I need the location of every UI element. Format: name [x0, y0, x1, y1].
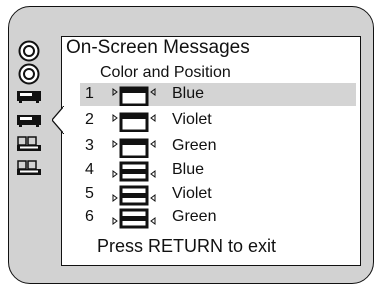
option-number: 3 — [85, 137, 94, 154]
option-row[interactable]: 2 Violet — [80, 109, 356, 132]
option-row[interactable]: 3 Green — [80, 135, 356, 158]
option-number: 2 — [85, 111, 94, 128]
option-label: Blue — [172, 85, 205, 102]
menu-title: On-Screen Messages — [66, 37, 250, 58]
option-row[interactable]: 6 Green — [80, 206, 356, 229]
screen-position-icon — [112, 86, 156, 106]
option-label: Green — [172, 208, 217, 225]
selection-pointer — [52, 106, 64, 134]
screen-position-icon — [112, 185, 156, 206]
vcr-icon[interactable] — [16, 111, 42, 129]
screen-position-icon — [112, 138, 156, 158]
option-number: 1 — [85, 85, 94, 102]
screen-position-icon — [112, 208, 156, 229]
option-label: Violet — [172, 185, 212, 202]
screen-position-icon — [112, 161, 156, 182]
menu-subtitle: Color and Position — [100, 64, 231, 81]
screen-position-icon — [112, 112, 156, 132]
option-row[interactable]: 4 Blue — [80, 159, 356, 182]
disc-icon[interactable] — [18, 63, 40, 85]
option-label: Green — [172, 137, 217, 154]
camcorder-icon[interactable] — [16, 135, 42, 153]
option-label: Violet — [172, 111, 212, 128]
option-number: 6 — [85, 208, 94, 225]
option-label: Blue — [172, 161, 205, 178]
option-row[interactable]: 1 Blue — [80, 83, 356, 106]
option-number: 4 — [85, 161, 94, 178]
option-row[interactable]: 5 Violet — [80, 183, 356, 206]
option-number: 5 — [85, 185, 94, 202]
disc-icon[interactable] — [18, 40, 40, 62]
camcorder-icon[interactable] — [16, 159, 42, 177]
footer-hint: Press RETURN to exit — [97, 236, 277, 256]
vcr-icon[interactable] — [16, 87, 42, 105]
